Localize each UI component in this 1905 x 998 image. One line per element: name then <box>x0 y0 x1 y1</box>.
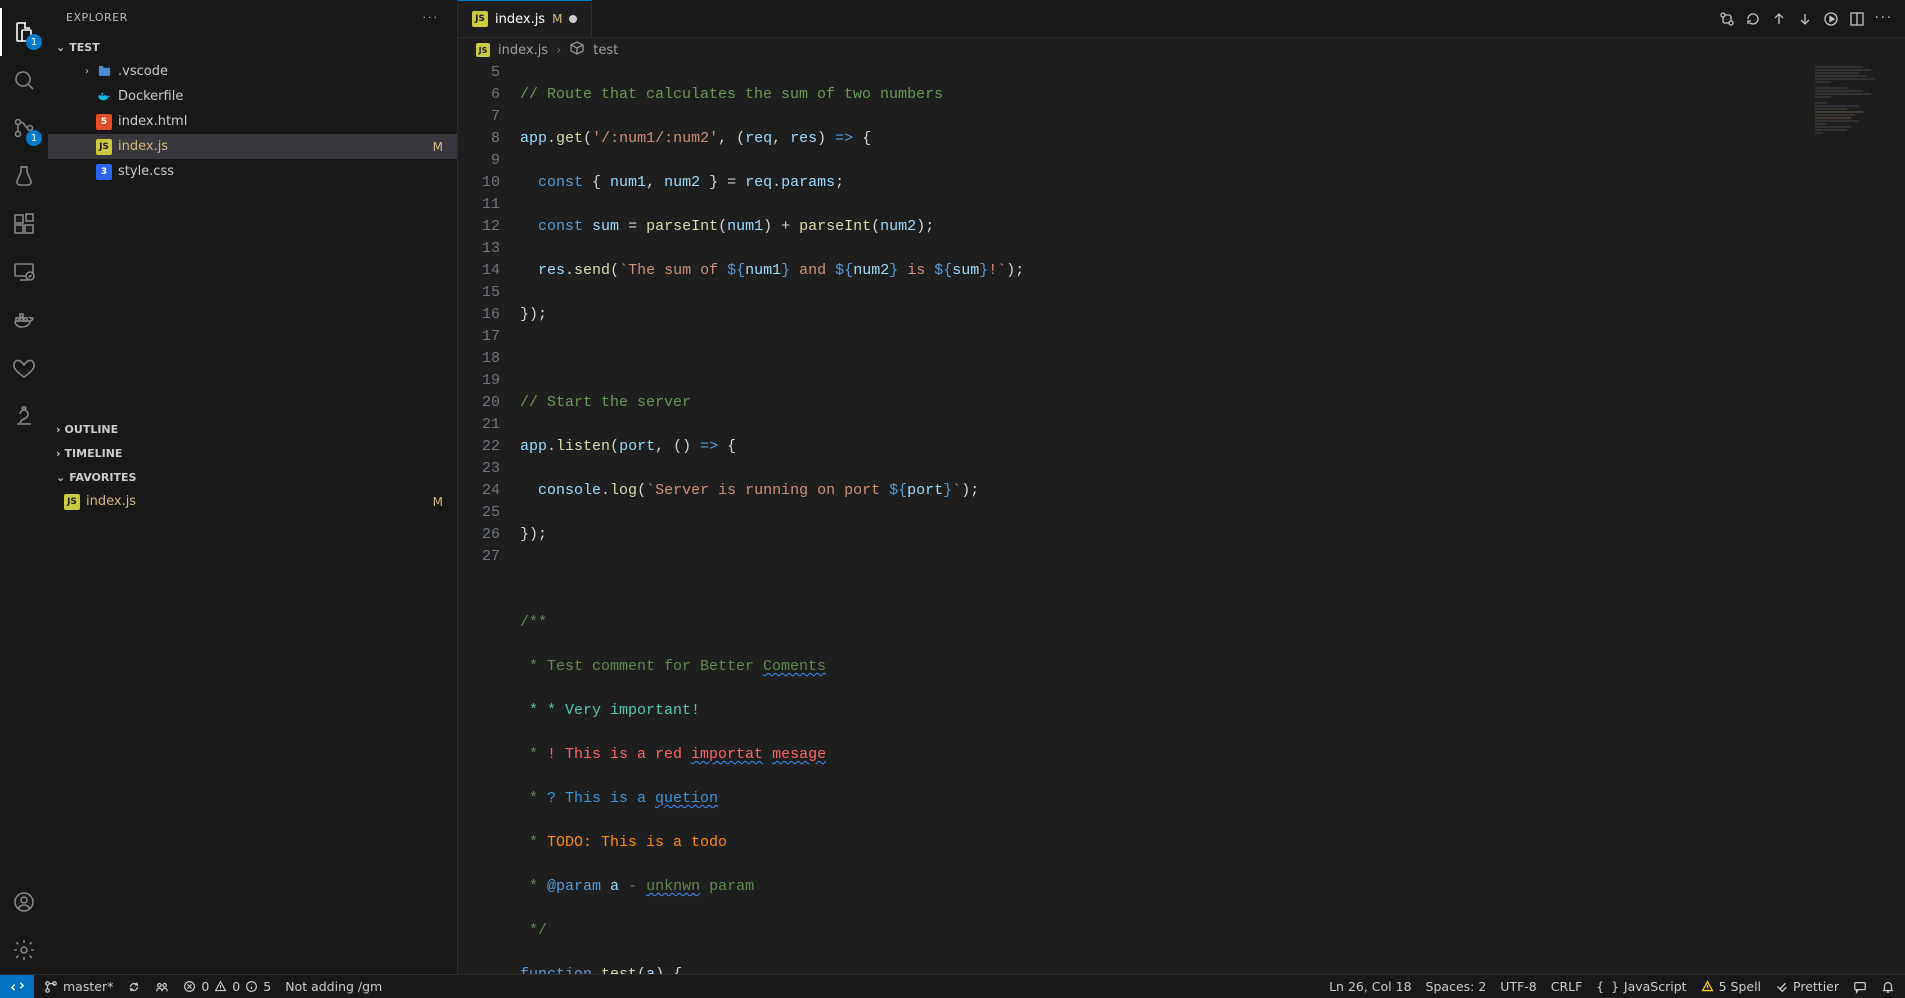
file-stylecss[interactable]: 3 style.css <box>48 159 457 184</box>
status-message-label: Not adding /gm <box>285 979 382 994</box>
explorer-badge: 1 <box>26 34 42 50</box>
next-change-icon[interactable] <box>1797 11 1813 27</box>
file-label: style.css <box>118 164 174 179</box>
section-favorites-label: FAVORITES <box>69 471 136 484</box>
section-outline[interactable]: › OUTLINE <box>48 417 457 441</box>
prev-change-icon[interactable] <box>1771 11 1787 27</box>
file-label: Dockerfile <box>118 89 183 104</box>
docker-icon <box>96 89 112 105</box>
editor: JS index.js M <box>458 0 1905 974</box>
file-label: .vscode <box>118 64 168 79</box>
tabs-bar: JS index.js M <box>458 0 1905 38</box>
status-problems[interactable]: 0 0 5 <box>183 979 271 994</box>
section-test-label: TEST <box>69 41 99 54</box>
tab-dirty-icon <box>569 15 577 23</box>
file-status: M <box>433 140 443 154</box>
file-dockerfile[interactable]: Dockerfile <box>48 84 457 109</box>
activity-account-icon[interactable] <box>0 878 48 926</box>
file-label: index.html <box>118 114 187 129</box>
status-feedback-icon[interactable] <box>1853 980 1867 994</box>
explorer-sidebar: EXPLORER ··· ⌄ TEST › .vscode <box>48 0 458 974</box>
status-bar: master* 0 0 5 Not adding /gm Ln 26, Col <box>0 974 1905 998</box>
more-actions-icon[interactable]: ··· <box>1875 11 1893 26</box>
chevron-right-icon: › <box>56 447 61 460</box>
activity-bar: 1 1 <box>0 0 48 974</box>
file-status: M <box>433 495 443 509</box>
status-language[interactable]: { } JavaScript <box>1596 979 1686 994</box>
section-timeline-label: TIMELINE <box>65 447 123 460</box>
status-live-share[interactable] <box>155 980 169 994</box>
js-icon: JS <box>96 139 112 155</box>
code-content[interactable]: // Route that calculates the sum of two … <box>520 62 1905 974</box>
symbol-method-icon <box>569 40 585 60</box>
branch-label: master* <box>63 979 113 994</box>
js-icon: JS <box>472 11 488 27</box>
chevron-down-icon: ⌄ <box>56 471 65 484</box>
breadcrumb-file[interactable]: index.js <box>498 43 548 58</box>
activity-favorites-icon[interactable] <box>0 344 48 392</box>
code-area[interactable]: 567 8910 111213 141516 171819 202122 232… <box>458 62 1905 974</box>
status-bell-icon[interactable] <box>1881 980 1895 994</box>
folder-vscode[interactable]: › .vscode <box>48 59 457 84</box>
sidebar-title-label: EXPLORER <box>66 11 128 24</box>
run-icon[interactable] <box>1823 11 1839 27</box>
favorite-indexjs[interactable]: JS index.js M <box>48 489 457 514</box>
status-branch[interactable]: master* <box>44 979 113 994</box>
status-cursor[interactable]: Ln 26, Col 18 <box>1329 979 1411 994</box>
section-favorites[interactable]: ⌄ FAVORITES <box>48 465 457 489</box>
chevron-right-icon: › <box>56 423 61 436</box>
breadcrumb-symbol[interactable]: test <box>593 43 618 58</box>
breadcrumb-sep: › <box>556 43 561 58</box>
file-indexjs[interactable]: JS index.js M <box>48 134 457 159</box>
css-icon: 3 <box>96 164 112 180</box>
js-icon: JS <box>64 494 80 510</box>
status-spaces[interactable]: Spaces: 2 <box>1426 979 1487 994</box>
minimap[interactable] <box>1815 66 1895 186</box>
chevron-down-icon: ⌄ <box>56 41 65 54</box>
activity-scm-icon[interactable]: 1 <box>0 104 48 152</box>
tab-modified-badge: M <box>552 12 562 26</box>
split-editor-icon[interactable] <box>1849 11 1865 27</box>
activity-remote-explorer-icon[interactable] <box>0 248 48 296</box>
section-timeline[interactable]: › TIMELINE <box>48 441 457 465</box>
js-icon: JS <box>476 43 490 57</box>
status-spell[interactable]: 5 Spell <box>1701 979 1761 994</box>
file-label: index.js <box>86 494 136 509</box>
status-eol[interactable]: CRLF <box>1551 979 1583 994</box>
status-sync[interactable] <box>127 980 141 994</box>
scm-badge: 1 <box>26 130 42 146</box>
tab-filename: index.js <box>495 12 545 27</box>
revert-icon[interactable] <box>1745 11 1761 27</box>
status-encoding[interactable]: UTF-8 <box>1500 979 1536 994</box>
activity-extensions-icon[interactable] <box>0 200 48 248</box>
sidebar-more-icon[interactable]: ··· <box>423 11 440 24</box>
activity-settings-icon[interactable] <box>0 926 48 974</box>
line-gutter: 567 8910 111213 141516 171819 202122 232… <box>458 62 520 974</box>
folder-icon <box>96 64 112 80</box>
warnings-count: 0 <box>232 979 240 994</box>
remote-button[interactable] <box>0 975 34 998</box>
info-count: 5 <box>263 979 271 994</box>
errors-count: 0 <box>201 979 209 994</box>
tab-indexjs[interactable]: JS index.js M <box>458 0 592 37</box>
status-message[interactable]: Not adding /gm <box>285 979 382 994</box>
html-icon: 5 <box>96 114 112 130</box>
activity-explorer-icon[interactable]: 1 <box>0 8 48 56</box>
chevron-right-icon: › <box>80 66 94 77</box>
status-prettier[interactable]: Prettier <box>1775 979 1839 994</box>
file-label: index.js <box>118 139 168 154</box>
section-test[interactable]: ⌄ TEST <box>48 35 457 59</box>
activity-genie-icon[interactable] <box>0 392 48 440</box>
activity-docker-icon[interactable] <box>0 296 48 344</box>
file-indexhtml[interactable]: 5 index.html <box>48 109 457 134</box>
compare-changes-icon[interactable] <box>1719 11 1735 27</box>
breadcrumb[interactable]: JS index.js › test <box>458 38 1905 62</box>
section-outline-label: OUTLINE <box>65 423 119 436</box>
sidebar-title: EXPLORER ··· <box>48 0 457 35</box>
activity-search-icon[interactable] <box>0 56 48 104</box>
activity-testing-icon[interactable] <box>0 152 48 200</box>
